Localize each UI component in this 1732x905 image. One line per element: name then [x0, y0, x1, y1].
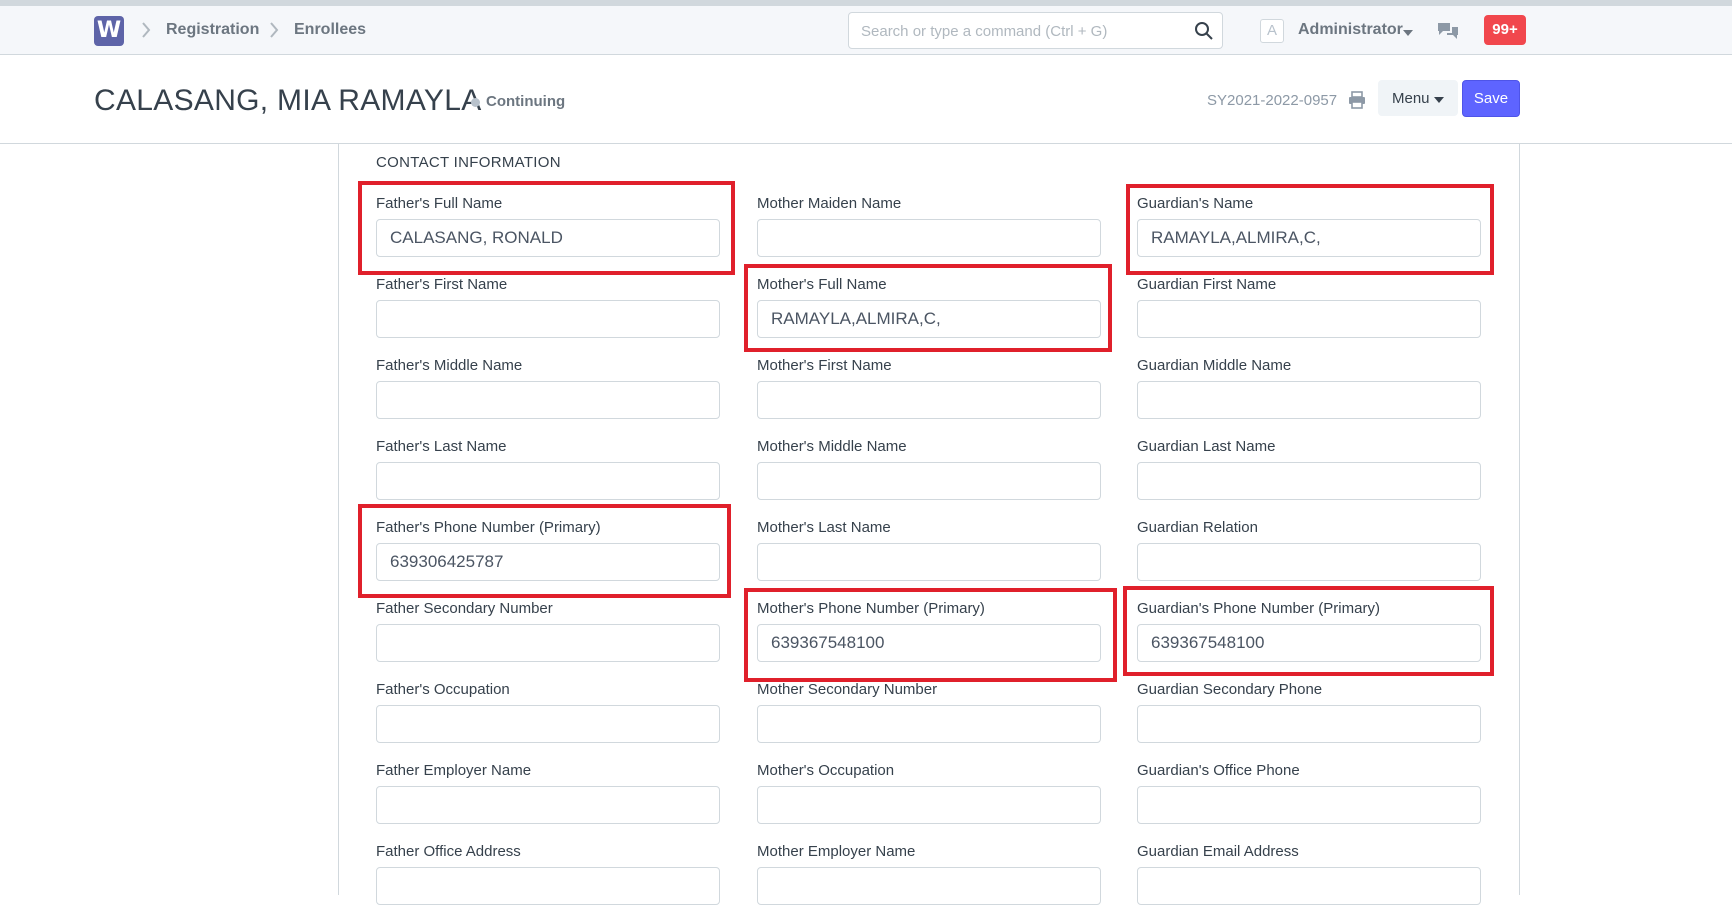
save-button[interactable]: Save: [1462, 80, 1520, 117]
mother-middle-name-input[interactable]: [757, 462, 1101, 500]
guardian-relation-input[interactable]: [1137, 543, 1481, 581]
field-label: Mother's Middle Name: [757, 438, 907, 455]
guardian-email-address-input[interactable]: [1137, 867, 1481, 905]
field-label: Guardian's Office Phone: [1137, 762, 1300, 779]
field-label: Mother Secondary Number: [757, 681, 938, 698]
father-last-name-input[interactable]: [376, 462, 720, 500]
highlight-box-mother-full-name: [744, 264, 1112, 352]
father-first-name-input[interactable]: [376, 300, 720, 338]
field-label: Mother Employer Name: [757, 843, 916, 860]
breadcrumb-enrollees[interactable]: Enrollees: [294, 21, 366, 39]
field-label: Father's Occupation: [376, 681, 510, 698]
guardian-last-name-input[interactable]: [1137, 462, 1481, 500]
guardian-office-phone-input[interactable]: [1137, 786, 1481, 824]
notification-badge[interactable]: 99+: [1484, 15, 1526, 45]
father-middle-name-input[interactable]: [376, 381, 720, 419]
father-secondary-number-input[interactable]: [376, 624, 720, 662]
search-placeholder: Search or type a command (Ctrl + G): [861, 23, 1108, 40]
field-label: Mother's First Name: [757, 357, 892, 374]
status-dot-icon: [471, 98, 480, 107]
menu-label: Menu: [1392, 90, 1430, 107]
field-label: Father Secondary Number: [376, 600, 553, 617]
avatar[interactable]: A: [1260, 19, 1284, 43]
father-occupation-input[interactable]: [376, 705, 720, 743]
mother-last-name-input[interactable]: [757, 543, 1101, 581]
father-employer-name-input[interactable]: [376, 786, 720, 824]
field-label: Guardian Middle Name: [1137, 357, 1292, 374]
field-label: Mother's Occupation: [757, 762, 895, 779]
mother-maiden-name-input[interactable]: [757, 219, 1101, 257]
field-label: Guardian Email Address: [1137, 843, 1299, 860]
field-label: Guardian Relation: [1137, 519, 1258, 536]
breadcrumb-registration[interactable]: Registration: [166, 21, 259, 39]
section-title-contact: CONTACT INFORMATION: [376, 154, 561, 171]
search-input[interactable]: Search or type a command (Ctrl + G): [848, 12, 1223, 49]
print-icon[interactable]: [1348, 91, 1366, 109]
chevron-down-icon: [1434, 97, 1444, 103]
field-label: Father Office Address: [376, 843, 521, 860]
status-badge: Continuing: [486, 93, 566, 110]
field-label: Father's Middle Name: [376, 357, 523, 374]
field-label: Guardian Secondary Phone: [1137, 681, 1323, 698]
page-title: CALASANG, MIA RAMAYLA: [94, 84, 482, 117]
highlight-box-father-full-name: [358, 181, 735, 275]
highlight-box-father-phone: [358, 504, 731, 598]
highlight-box-guardian-name: [1126, 184, 1494, 275]
father-office-address-input[interactable]: [376, 867, 720, 905]
page-header: CALASANG, MIA RAMAYLA Continuing SY2021-…: [0, 56, 1732, 144]
navbar: W Registration Enrollees Search or type …: [0, 0, 1732, 55]
highlight-box-mother-phone: [744, 588, 1117, 682]
chevron-down-icon[interactable]: [1403, 30, 1413, 36]
menu-button[interactable]: Menu: [1378, 80, 1458, 116]
field-label: Father's Last Name: [376, 438, 507, 455]
mother-secondary-number-input[interactable]: [757, 705, 1101, 743]
field-label: Father's First Name: [376, 276, 508, 293]
document-id: SY2021-2022-0957: [1207, 92, 1338, 109]
app-logo[interactable]: W: [94, 16, 124, 46]
field-label: Guardian First Name: [1137, 276, 1277, 293]
chevron-right-icon: [142, 22, 151, 38]
guardian-secondary-phone-input[interactable]: [1137, 705, 1481, 743]
guardian-first-name-input[interactable]: [1137, 300, 1481, 338]
mother-occupation-input[interactable]: [757, 786, 1101, 824]
search-icon[interactable]: [1194, 21, 1214, 41]
field-label: Mother Maiden Name: [757, 195, 902, 212]
chevron-right-icon: [270, 22, 279, 38]
highlight-box-guardian-phone: [1123, 586, 1494, 676]
chat-icon[interactable]: [1436, 20, 1460, 42]
user-menu[interactable]: Administrator: [1298, 21, 1403, 39]
guardian-middle-name-input[interactable]: [1137, 381, 1481, 419]
mother-first-name-input[interactable]: [757, 381, 1101, 419]
field-label: Mother's Last Name: [757, 519, 891, 536]
field-label: Father Employer Name: [376, 762, 532, 779]
mother-employer-name-input[interactable]: [757, 867, 1101, 905]
field-label: Guardian Last Name: [1137, 438, 1276, 455]
